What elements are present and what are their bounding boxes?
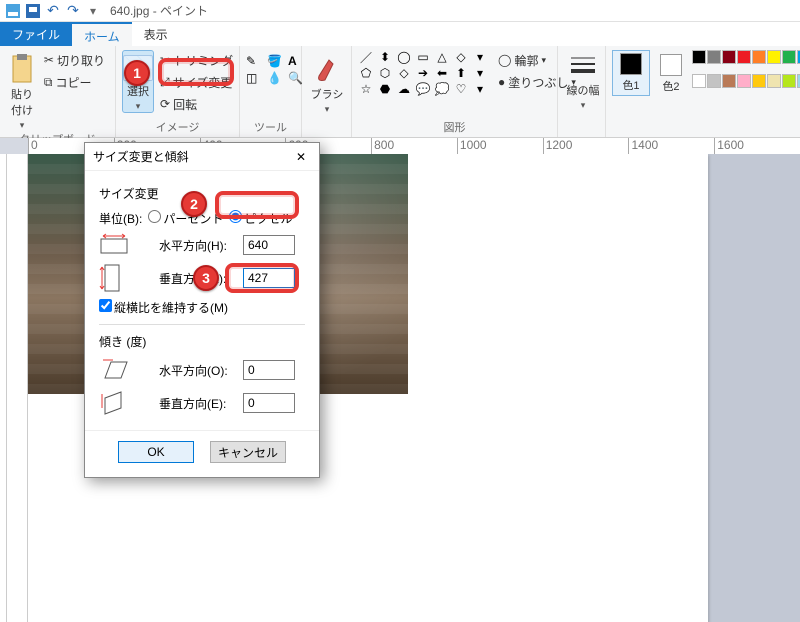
color1-button[interactable]: 色1 bbox=[612, 50, 650, 96]
tab-view[interactable]: 表示 bbox=[132, 22, 180, 46]
ribbon: 貼り付け ▾ ✂切り取り ⧉コピー クリップボード 選択 ▾ ✂トリミング ⤢サ… bbox=[0, 46, 800, 138]
swatch[interactable] bbox=[737, 50, 751, 64]
skew-v-label: 垂直方向(E): bbox=[159, 395, 237, 412]
copy-icon: ⧉ bbox=[44, 75, 53, 90]
badge-1: 1 bbox=[124, 60, 150, 86]
shapes-gallery[interactable]: ／⬍◯▭△◇▾ ⬠⬡◇➔⬅⬆▾ ☆⬣☁💬💭♡▾ bbox=[358, 50, 488, 96]
undo-icon[interactable]: ↶ bbox=[44, 2, 62, 20]
swatch[interactable] bbox=[737, 74, 751, 88]
skew-legend: 傾き (度) bbox=[99, 333, 305, 350]
color2-button[interactable]: 色2 bbox=[652, 50, 690, 96]
swatch[interactable] bbox=[692, 50, 706, 64]
ruler-vertical bbox=[0, 154, 28, 622]
swatch[interactable] bbox=[782, 74, 796, 88]
save-icon[interactable] bbox=[24, 2, 42, 20]
highlight-3 bbox=[225, 263, 299, 293]
picker-icon[interactable]: 💧 bbox=[267, 71, 285, 85]
swatch[interactable] bbox=[707, 74, 721, 88]
swatch[interactable] bbox=[722, 74, 736, 88]
badge-3: 3 bbox=[193, 265, 219, 291]
group-image-label: イメージ bbox=[122, 119, 233, 135]
paste-button[interactable]: 貼り付け ▾ bbox=[6, 50, 38, 131]
skew-h-input[interactable] bbox=[243, 360, 295, 380]
swatch[interactable] bbox=[767, 74, 781, 88]
qat-dropdown-icon[interactable]: ▾ bbox=[84, 2, 102, 20]
color-palette[interactable] bbox=[692, 50, 800, 96]
swatch[interactable] bbox=[752, 50, 766, 64]
linewidth-button[interactable]: 線の幅 ▾ bbox=[564, 50, 602, 111]
outline-icon: ◯ bbox=[498, 53, 511, 67]
bucket-icon[interactable]: 🪣 bbox=[267, 54, 285, 68]
redo-icon[interactable]: ↷ bbox=[64, 2, 82, 20]
tab-home[interactable]: ホーム bbox=[72, 22, 132, 46]
close-icon[interactable]: ✕ bbox=[291, 147, 311, 167]
highlight-2 bbox=[215, 191, 299, 219]
skew-v-input[interactable] bbox=[243, 393, 295, 413]
menu-bar: ファイル ホーム 表示 bbox=[0, 22, 800, 46]
swatch[interactable] bbox=[767, 50, 781, 64]
h-label: 水平方向(H): bbox=[159, 237, 237, 254]
fill-icon: ● bbox=[498, 75, 505, 89]
swatch[interactable] bbox=[782, 50, 796, 64]
swatch[interactable] bbox=[707, 50, 721, 64]
swatch[interactable] bbox=[692, 74, 706, 88]
resize-skew-dialog: サイズ変更と傾斜 ✕ サイズ変更 単位(B): パーセント ピクセル 水平方向(… bbox=[84, 142, 320, 478]
tab-file[interactable]: ファイル bbox=[0, 22, 72, 46]
copy-button[interactable]: ⧉コピー bbox=[40, 72, 109, 92]
horizontal-input[interactable] bbox=[243, 235, 295, 255]
swatch[interactable] bbox=[722, 50, 736, 64]
pencil-icon[interactable]: ✎ bbox=[246, 54, 264, 68]
rotate-icon: ⟳ bbox=[160, 97, 170, 111]
swatch[interactable] bbox=[752, 74, 766, 88]
cut-button[interactable]: ✂切り取り bbox=[40, 50, 109, 70]
group-tool-label: ツール bbox=[246, 119, 295, 135]
scissors-icon: ✂ bbox=[44, 53, 54, 67]
badge-2: 2 bbox=[181, 191, 207, 217]
ok-button[interactable]: OK bbox=[118, 441, 194, 463]
skew-h-label: 水平方向(O): bbox=[159, 362, 237, 379]
cancel-button[interactable]: キャンセル bbox=[210, 441, 286, 463]
title-bar: ↶ ↷ ▾ 640.jpg - ペイント bbox=[0, 0, 800, 22]
group-shapes-label: 図形 bbox=[358, 119, 551, 135]
dialog-title: サイズ変更と傾斜 bbox=[93, 148, 189, 165]
app-icon bbox=[4, 2, 22, 20]
unit-label: 単位(B): bbox=[99, 210, 142, 227]
highlight-1 bbox=[158, 58, 234, 86]
eraser-icon[interactable]: ◫ bbox=[246, 71, 264, 85]
brush-button[interactable]: ブラシ ▾ bbox=[308, 50, 346, 115]
window-title: 640.jpg - ペイント bbox=[110, 2, 208, 19]
aspect-checkbox[interactable]: 縦横比を維持する(M) bbox=[99, 299, 228, 316]
rotate-button[interactable]: ⟳回転 bbox=[156, 94, 237, 114]
